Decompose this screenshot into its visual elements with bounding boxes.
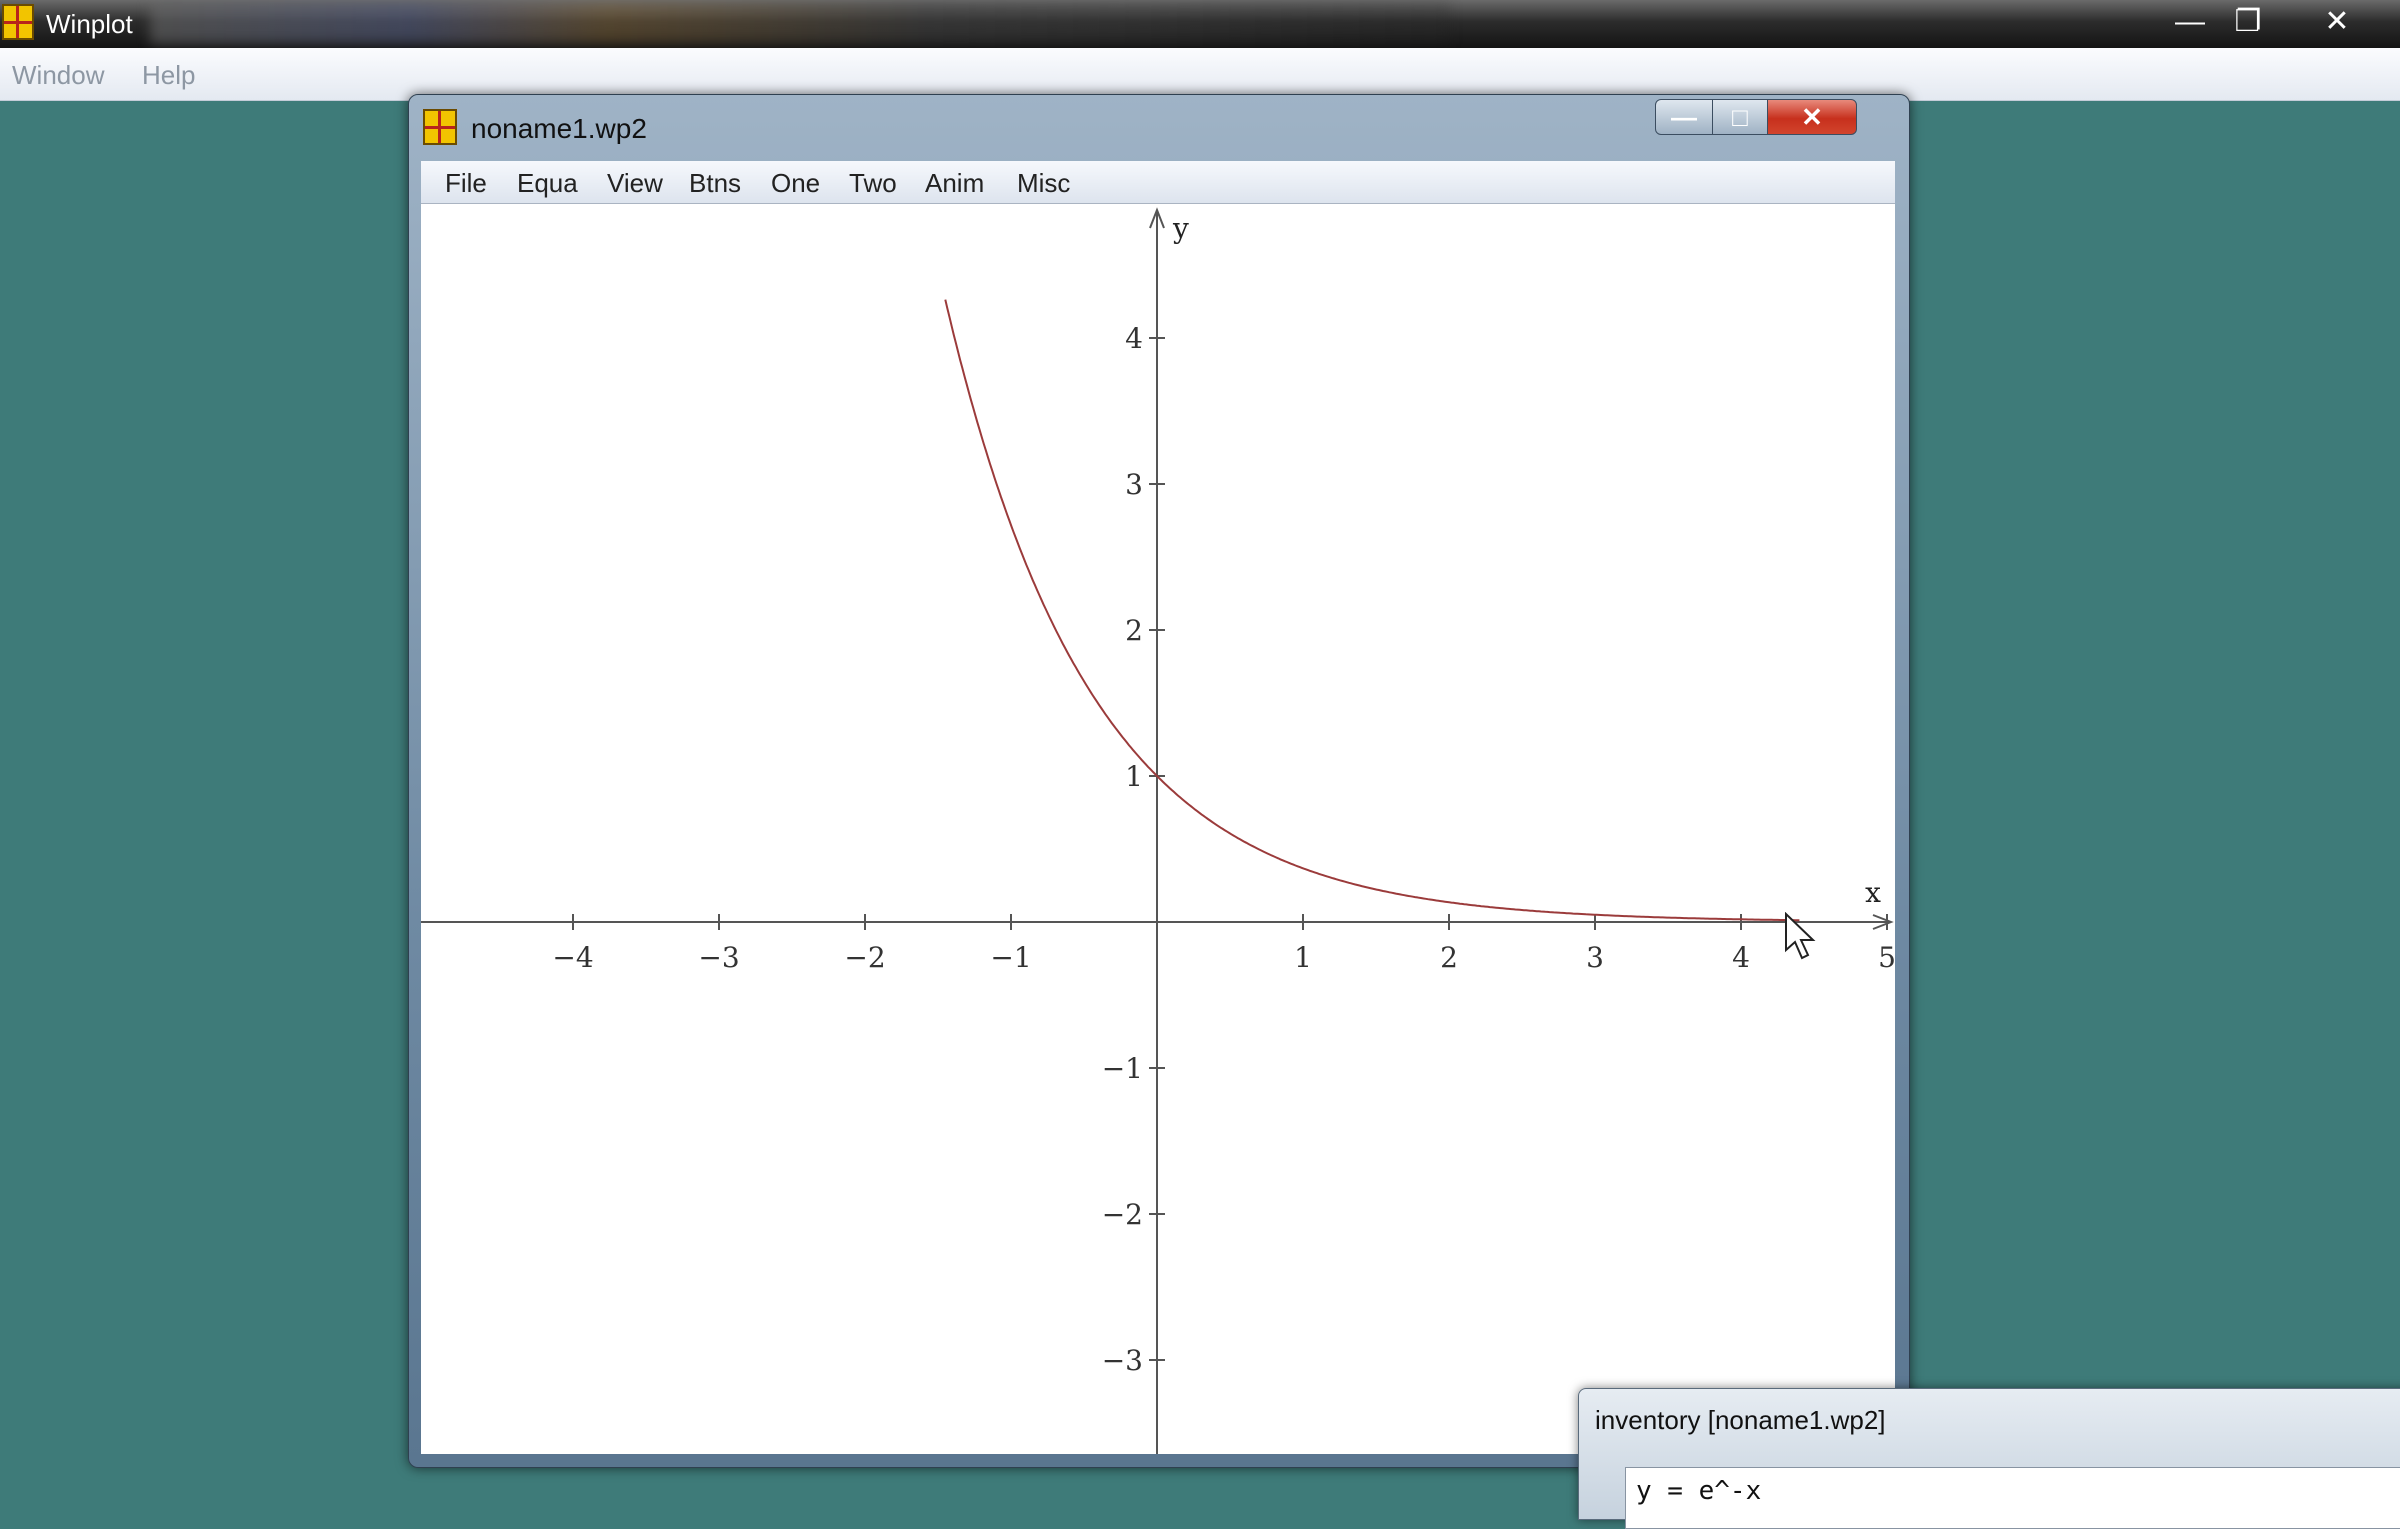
menu-one[interactable]: One [771, 168, 820, 199]
plot-area[interactable]: −4−3−2−1123454321−1−2−3−4xy [421, 204, 1895, 1454]
inventory-window: inventory [noname1.wp2] y = e^-x [1578, 1388, 2400, 1529]
y-tick-label: 4 [1125, 322, 1143, 355]
mouse-cursor-icon [1785, 912, 1816, 960]
x-tick-label: 2 [1440, 941, 1458, 974]
doc-minimize-button[interactable]: — [1655, 99, 1713, 135]
menu-anim[interactable]: Anim [925, 168, 984, 199]
menu-help[interactable]: Help [142, 60, 195, 91]
y-tick-label: −2 [1102, 1198, 1143, 1231]
x-tick-label: −4 [552, 941, 593, 974]
doc-maximize-button[interactable]: □ [1712, 99, 1768, 135]
y-tick-label: −3 [1102, 1344, 1143, 1377]
winplot-app-icon [2, 4, 34, 40]
y-tick-label: −1 [1102, 1052, 1143, 1085]
inventory-list[interactable]: y = e^-x [1625, 1467, 2400, 1529]
document-title: noname1.wp2 [471, 113, 647, 144]
y-axis-label: y [1172, 212, 1189, 245]
x-tick-label: −2 [844, 941, 885, 974]
document-titlebar[interactable]: noname1.wp2 — □ ✕ [409, 95, 1909, 161]
winplot-doc-icon [423, 109, 457, 145]
app-minimize-button[interactable]: — [2163, 2, 2217, 42]
x-tick-label: 1 [1294, 941, 1312, 974]
x-tick-label: 5 [1878, 941, 1895, 974]
menu-misc[interactable]: Misc [1017, 168, 1070, 199]
graph-canvas: −4−3−2−1123454321−1−2−3−4xy [421, 207, 1895, 1454]
menu-two[interactable]: Two [849, 168, 897, 199]
y-tick-label: 1 [1125, 760, 1143, 793]
x-tick-label: 4 [1732, 941, 1750, 974]
x-tick-label: 3 [1586, 941, 1604, 974]
inventory-equation-item[interactable]: y = e^-x [1636, 1476, 1761, 1506]
function-curve [944, 299, 1800, 922]
menu-equa[interactable]: Equa [517, 168, 578, 199]
x-axis-label: x [1865, 876, 1881, 909]
inventory-title: inventory [noname1.wp2] [1595, 1405, 1886, 1435]
document-window: noname1.wp2 — □ ✕ File Equa View Btns On… [408, 94, 1910, 1468]
app-titlebar: Winplot — ❐ ✕ [0, 0, 2400, 48]
menu-view[interactable]: View [607, 168, 663, 199]
document-menubar: File Equa View Btns One Two Anim Misc [421, 161, 1895, 204]
x-tick-label: −1 [990, 941, 1031, 974]
menu-window[interactable]: Window [12, 60, 104, 91]
y-tick-label: 2 [1125, 614, 1143, 647]
app-close-button[interactable]: ✕ [2310, 2, 2364, 42]
app-restore-button[interactable]: ❐ [2221, 2, 2275, 42]
doc-close-button[interactable]: ✕ [1767, 99, 1857, 135]
menu-btns[interactable]: Btns [689, 168, 741, 199]
y-tick-label: 3 [1125, 468, 1143, 501]
x-tick-label: −3 [698, 941, 739, 974]
app-title: Winplot [46, 9, 133, 39]
menu-file[interactable]: File [445, 168, 487, 199]
blurred-taskbar-strip [150, 2, 1450, 44]
